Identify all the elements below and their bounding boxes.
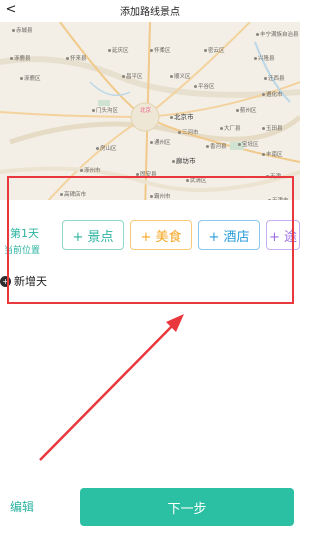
annotation-arrow-icon <box>39 314 184 461</box>
